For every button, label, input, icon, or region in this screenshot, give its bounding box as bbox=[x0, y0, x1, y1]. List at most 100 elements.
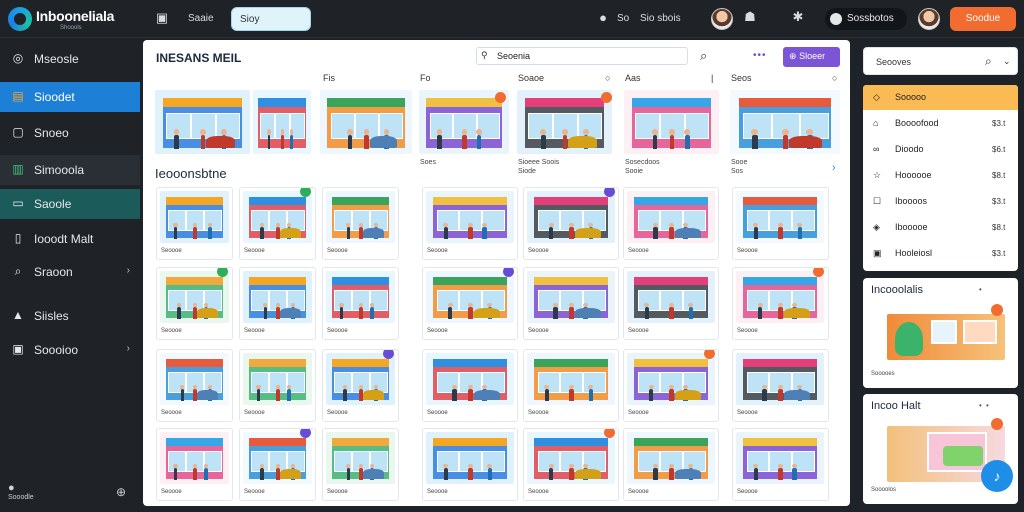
hero-thumbnail[interactable] bbox=[155, 90, 250, 154]
hero-thumbnail[interactable] bbox=[253, 90, 311, 154]
product-caption: Seoooe bbox=[528, 248, 549, 254]
window-icon[interactable]: ▣ bbox=[154, 10, 170, 26]
floating-action-button[interactable]: ♪ bbox=[981, 460, 1013, 492]
hero-thumbnail[interactable] bbox=[624, 90, 719, 154]
column-header[interactable]: Fo bbox=[420, 73, 431, 83]
sidebar-item-bag[interactable]: ▣ Soooioo › bbox=[0, 335, 140, 365]
search-icon[interactable]: ⌕ bbox=[985, 54, 992, 69]
product-tile[interactable]: Seoooe bbox=[322, 349, 399, 422]
product-tile[interactable]: Seoooe bbox=[239, 267, 316, 340]
product-tile[interactable]: Seoooe bbox=[322, 428, 399, 501]
gift-icon: ⌂ bbox=[873, 118, 879, 128]
product-tile[interactable]: Seoooe bbox=[422, 428, 518, 501]
product-tile[interactable]: Seoooe bbox=[523, 187, 619, 260]
column-header[interactable]: Soaoe bbox=[518, 73, 544, 83]
list-item[interactable]: ◈ Ibooooe $8.t bbox=[863, 215, 1018, 240]
column-header[interactable]: Seos bbox=[731, 73, 752, 83]
sidebar-footer[interactable]: ● Sooodle bbox=[8, 482, 34, 501]
product-tile[interactable]: Seoooe bbox=[156, 267, 233, 340]
hero-caption: Sioeee Soois bbox=[518, 159, 560, 166]
hero-thumbnail[interactable] bbox=[517, 90, 612, 154]
record-icon[interactable]: ● bbox=[595, 10, 611, 25]
product-caption: Seoooe bbox=[161, 410, 182, 416]
list-item[interactable]: ⌂ Boooofood $3.t bbox=[863, 111, 1018, 136]
more-icon[interactable]: ••• bbox=[753, 50, 767, 61]
star-icon: ☆ bbox=[873, 170, 882, 180]
top-search-input[interactable] bbox=[231, 7, 311, 31]
sidebar-item-label: Saoole bbox=[34, 197, 72, 211]
profile-avatar[interactable] bbox=[918, 8, 940, 30]
list-item[interactable]: ◇ Sooooo bbox=[863, 85, 1018, 110]
product-tile[interactable]: Seoooe bbox=[523, 349, 619, 422]
product-tile[interactable]: Seoooe bbox=[422, 267, 518, 340]
product-tile[interactable]: Seoooe bbox=[732, 349, 829, 422]
product-tile[interactable]: Seoooe bbox=[732, 187, 829, 260]
top-nav-text[interactable]: Saaie bbox=[188, 13, 214, 24]
product-tile[interactable]: Seoooe bbox=[623, 428, 719, 501]
product-caption: Seoooe bbox=[628, 248, 649, 254]
product-tile[interactable]: Seoooe bbox=[422, 349, 518, 422]
app-logo[interactable]: Inbooneliala Shoools bbox=[8, 6, 128, 32]
product-tile[interactable]: Seoooe bbox=[732, 267, 829, 340]
product-tile[interactable]: Seoooe bbox=[422, 187, 518, 260]
product-caption: Seoooe bbox=[244, 328, 265, 334]
list-item[interactable]: ▣ Hooleiosl $3.t bbox=[863, 241, 1018, 266]
cta-button[interactable]: Soodue bbox=[950, 7, 1016, 31]
sort-icon[interactable]: ○ bbox=[832, 73, 837, 83]
product-caption: Seoooe bbox=[427, 410, 448, 416]
column-header[interactable]: Fis bbox=[323, 73, 335, 83]
product-caption: Seoooe bbox=[327, 248, 348, 254]
product-thumbnail bbox=[160, 191, 229, 243]
featured-card-illustration bbox=[887, 300, 1005, 368]
sidebar-item-dashboard[interactable]: ◎ Mseosle bbox=[0, 44, 140, 74]
user-pill[interactable]: Sossbotos bbox=[825, 8, 907, 30]
product-tile[interactable]: Seoooe bbox=[623, 187, 719, 260]
sidebar-item-store[interactable]: ▤ Sioodet bbox=[0, 82, 140, 112]
sidebar-item-search[interactable]: ⌕ Sraoon › bbox=[0, 257, 140, 287]
right-search-input[interactable]: Seooves ⌕ ⌄ bbox=[863, 47, 1018, 75]
product-tile[interactable]: Seoooe bbox=[623, 267, 719, 340]
product-tile[interactable]: Seoooe bbox=[523, 267, 619, 340]
status-text: So bbox=[617, 13, 630, 24]
product-tile[interactable]: Seoooe bbox=[523, 428, 619, 501]
main-search-input[interactable]: ⚲ Seoenia bbox=[476, 47, 688, 65]
product-tile[interactable]: Seoooe bbox=[732, 428, 829, 501]
product-thumbnail bbox=[736, 271, 824, 323]
list-item[interactable]: ☐ Iboooos $3.t bbox=[863, 189, 1018, 214]
product-tile[interactable]: Seoooe bbox=[156, 349, 233, 422]
list-item[interactable]: ∞ Dioodo $6.t bbox=[863, 137, 1018, 162]
primary-button[interactable]: ⊕ Sloeer bbox=[783, 47, 840, 67]
hero-thumbnail[interactable] bbox=[730, 90, 840, 154]
list-item[interactable]: ☆ Hoooooe $8.t bbox=[863, 163, 1018, 188]
logo-subtitle: Shoools bbox=[60, 25, 82, 31]
product-tile[interactable]: Seoooe bbox=[239, 428, 316, 501]
sidebar-item-building[interactable]: ▥ Simooola bbox=[0, 155, 140, 185]
product-tile[interactable]: Seoooe bbox=[623, 349, 719, 422]
sidebar-item-label: Sioodet bbox=[34, 90, 75, 104]
robot-icon[interactable]: ☗ bbox=[742, 9, 758, 25]
sort-icon[interactable]: ○ bbox=[605, 73, 610, 83]
user-status-icon bbox=[830, 13, 842, 25]
product-tile[interactable]: Seoooe bbox=[239, 349, 316, 422]
chevron-down-icon[interactable]: ⌄ bbox=[1003, 56, 1011, 67]
sidebar-item-box[interactable]: ▢ Snoeo bbox=[0, 118, 140, 148]
product-tile[interactable]: Seoooe bbox=[322, 267, 399, 340]
tag-icon: ◇ bbox=[873, 92, 880, 102]
product-tile[interactable]: Seoooe bbox=[322, 187, 399, 260]
sidebar-item-tablet[interactable]: ▯ Iooodt Malt bbox=[0, 224, 140, 254]
product-caption: Seoooe bbox=[327, 410, 348, 416]
column-header[interactable]: Aas bbox=[625, 73, 641, 83]
sidebar-footer-label: Sooodle bbox=[8, 494, 34, 501]
settings-icon[interactable]: ⊕ bbox=[116, 485, 126, 499]
product-tile[interactable]: Seoooe bbox=[156, 187, 233, 260]
chevron-right-icon[interactable]: › bbox=[832, 162, 836, 174]
hero-thumbnail[interactable] bbox=[320, 90, 412, 154]
search-icon[interactable]: ⌕ bbox=[700, 48, 707, 64]
sidebar-item-chart[interactable]: ▲ Siisles bbox=[0, 301, 140, 331]
featured-card[interactable]: Incooolalis • Sooooes bbox=[863, 278, 1018, 388]
sidebar-item-card[interactable]: ▭ Saoole bbox=[0, 189, 140, 219]
puzzle-icon[interactable]: ✱ bbox=[790, 9, 806, 25]
product-tile[interactable]: Seoooe bbox=[239, 187, 316, 260]
product-tile[interactable]: Seoooe bbox=[156, 428, 233, 501]
avatar[interactable] bbox=[711, 8, 733, 30]
